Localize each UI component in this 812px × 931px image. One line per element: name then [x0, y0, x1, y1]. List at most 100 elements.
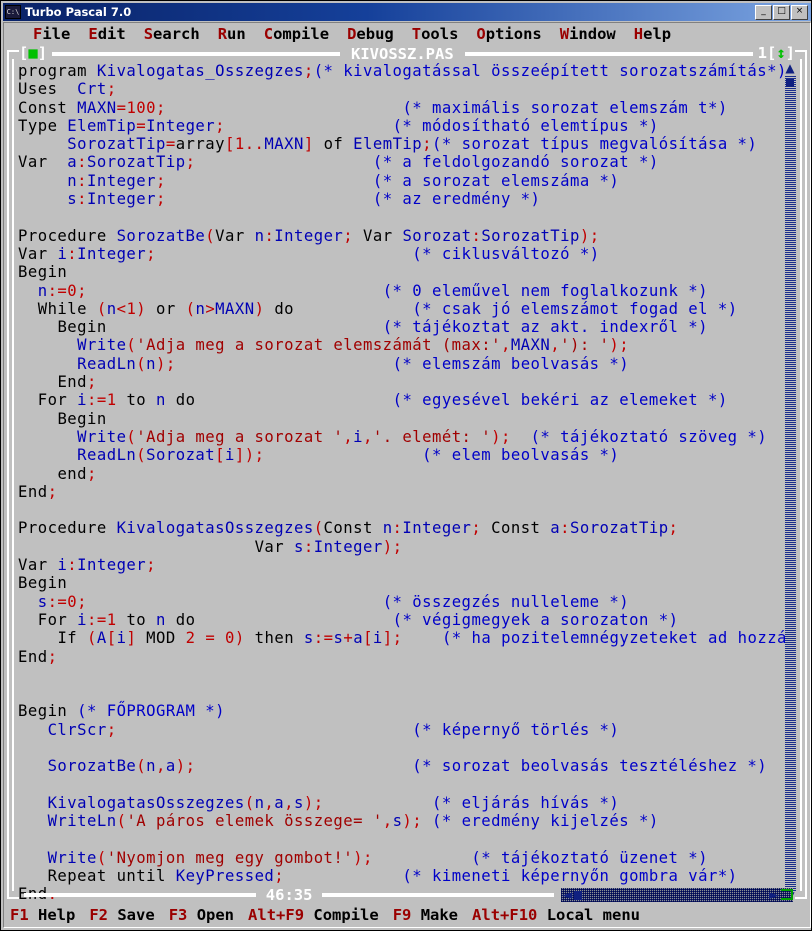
code-token-pn: ;	[156, 171, 166, 190]
code-editor-text[interactable]: program Kivalogatas_Osszegzes;(* kivalog…	[18, 62, 786, 904]
scroll-up-arrow-icon[interactable]: ▲	[785, 62, 794, 75]
close-box[interactable]: [■]	[19, 46, 47, 62]
statusbar-item-compile[interactable]: Alt+F9 Compile	[248, 906, 379, 924]
code-line[interactable]: SorozatBe(n,a); (* sorozat beolvasás tes…	[18, 757, 786, 775]
menu-hotkey-letter: R	[217, 25, 228, 43]
code-token-kw: of	[313, 135, 354, 154]
code-line[interactable]: Var a:SorozatTip; (* a feldolgozandó sor…	[18, 153, 786, 171]
vertical-scroll-track[interactable]	[784, 75, 796, 891]
code-token-kw: end	[57, 464, 88, 483]
code-token-pn: :	[471, 226, 482, 245]
menu-item-file[interactable]: File	[24, 25, 79, 43]
code-line[interactable]	[18, 501, 786, 519]
code-line[interactable]: Begin (* tájékoztat az akt. indexről *)	[18, 318, 786, 336]
horizontal-scroll-thumb[interactable]	[574, 890, 583, 900]
menu-item-compile[interactable]: Compile	[255, 25, 338, 43]
code-token-pn: ;	[47, 482, 58, 501]
code-line[interactable]: Const MAXN=100; (* maximális sorozat ele…	[18, 99, 786, 117]
maximize-button[interactable]: □	[773, 4, 790, 20]
code-line[interactable]: End;	[18, 648, 786, 666]
code-line[interactable]: Begin (* FŐPROGRAM *)	[18, 702, 786, 720]
menu-item-help[interactable]: Help	[625, 25, 680, 43]
code-line[interactable]: ClrScr; (* képernyő törlés *)	[18, 721, 786, 739]
code-token-id: n	[37, 281, 48, 300]
code-line[interactable]: WriteLn('A páros elemek összege= ',s); (…	[18, 812, 786, 830]
menu-item-debug[interactable]: Debug	[338, 25, 403, 43]
code-line[interactable]: Uses Crt;	[18, 80, 786, 98]
code-line[interactable]: Procedure SorozatBe(Var n:Integer; Var S…	[18, 227, 786, 245]
menu-item-edit[interactable]: Edit	[79, 25, 134, 43]
code-line[interactable]: End;	[18, 373, 786, 391]
code-line[interactable]: For i:=1 to n do (* egyesével bekéri az …	[18, 391, 786, 409]
scroll-left-arrow-icon[interactable]: ◄	[562, 889, 572, 902]
code-line[interactable]: s:Integer; (* az eredmény *)	[18, 190, 786, 208]
menu-item-tools[interactable]: Tools	[403, 25, 468, 43]
code-line[interactable]: Begin	[18, 410, 786, 428]
code-token-id: s	[303, 629, 314, 648]
statusbar-item-help[interactable]: F1 Help	[10, 906, 75, 924]
vertical-scrollbar[interactable]: ▲ ▼	[784, 62, 796, 903]
code-line[interactable]: Type ElemTip=Integer; (* módosítható ele…	[18, 117, 786, 135]
menu-item-window[interactable]: Window	[551, 25, 625, 43]
code-line[interactable]: KivalogatasOsszegzes(n,a,s); (* eljárás …	[18, 794, 786, 812]
statusbar-item-save[interactable]: F2 Save	[89, 906, 154, 924]
code-token-pn: ;	[156, 190, 166, 209]
code-token-id: s	[294, 793, 304, 812]
menu-item-options[interactable]: Options	[467, 25, 550, 43]
code-line[interactable]	[18, 208, 786, 226]
code-line[interactable]: SorozatTip=array[1..MAXN] of ElemTip;(* …	[18, 135, 786, 153]
code-line[interactable]	[18, 666, 786, 684]
code-line[interactable]: Procedure KivalogatasOsszegzes(Const n:I…	[18, 519, 786, 537]
code-line[interactable]: ReadLn(Sorozat[i]); (* elem beolvasás *)	[18, 446, 786, 464]
code-token-pn: )	[136, 299, 157, 318]
code-line[interactable]	[18, 684, 786, 702]
code-line[interactable]: Write('Nyomjon meg egy gombot!'); (* táj…	[18, 849, 786, 867]
code-token-pn: ,	[284, 793, 294, 812]
code-token-st: '. elemét: '	[372, 427, 492, 446]
statusbar-item-open[interactable]: F3 Open	[169, 906, 234, 924]
code-line[interactable]	[18, 776, 786, 794]
code-line[interactable]: If (A[i] MOD 2 = 0) then s:=s+a[i]; (* h…	[18, 629, 786, 647]
code-line[interactable]: Begin	[18, 574, 786, 592]
minimize-button[interactable]: _	[755, 4, 772, 20]
code-line[interactable]: ReadLn(n); (* elemszám beolvasás *)	[18, 355, 786, 373]
code-line[interactable]: Var i:Integer;	[18, 556, 786, 574]
code-line[interactable]	[18, 739, 786, 757]
frame-rule-right	[464, 52, 753, 56]
statusbar-item-label: Compile	[304, 906, 379, 924]
statusbar-item-local-menu[interactable]: Alt+F10 Local menu	[472, 906, 640, 924]
code-line[interactable]: program Kivalogatas_Osszegzes;(* kivalog…	[18, 62, 786, 80]
code-token-pn: :=	[87, 610, 107, 629]
code-line[interactable]: Begin	[18, 263, 786, 281]
code-line[interactable]: Write('Adja meg a sorozat elemszámát (ma…	[18, 336, 786, 354]
code-line[interactable]: n:Integer; (* a sorozat elemszáma *)	[18, 172, 786, 190]
vertical-scroll-thumb[interactable]	[785, 79, 794, 87]
menu-item-run[interactable]: Run	[209, 25, 255, 43]
close-button[interactable]: ×	[791, 4, 808, 20]
code-line[interactable]: Write('Adja meg a sorozat ',i,'. elemét:…	[18, 428, 786, 446]
code-line[interactable]: Var i:Integer; (* ciklusváltozó *)	[18, 245, 786, 263]
horizontal-scrollbar[interactable]: ◄ ►	[561, 888, 794, 902]
resize-grip[interactable]	[781, 889, 794, 900]
scroll-right-arrow-icon[interactable]: ►	[769, 889, 779, 902]
statusbar: F1 Help F2 Save F3 Open Alt+F9 Compile F9 Ma…	[4, 903, 810, 927]
code-token-cm: (* maximális sorozat elemszám t*)	[402, 98, 728, 117]
statusbar-item-make[interactable]: F9 Make	[393, 906, 458, 924]
code-line[interactable]: Var s:Integer);	[18, 538, 786, 556]
code-token-id: WriteLn	[47, 812, 117, 831]
code-line[interactable]: While (n<1) or (n>MAXN) do (* csak jó el…	[18, 300, 786, 318]
code-token-sp	[373, 849, 472, 867]
zoom-box[interactable]: [↕]	[767, 46, 795, 62]
code-line[interactable]: n:=0; (* 0 eleművel nem foglalkozunk *)	[18, 282, 786, 300]
code-line[interactable]: Repeat until KeyPressed; (* kimeneti kép…	[18, 867, 786, 885]
code-token-pn: (	[313, 519, 324, 538]
code-line[interactable]: End;	[18, 483, 786, 501]
code-line[interactable]: end;	[18, 465, 786, 483]
code-line[interactable]	[18, 830, 786, 848]
code-token-sp	[18, 593, 38, 611]
code-line[interactable]: For i:=1 to n do (* végigmegyek a soroza…	[18, 611, 786, 629]
menu-item-search[interactable]: Search	[135, 25, 209, 43]
code-line[interactable]: s:=0; (* összegzés nulleleme *)	[18, 593, 786, 611]
code-token-sp	[18, 355, 77, 373]
code-token-pn: ,	[343, 427, 354, 446]
